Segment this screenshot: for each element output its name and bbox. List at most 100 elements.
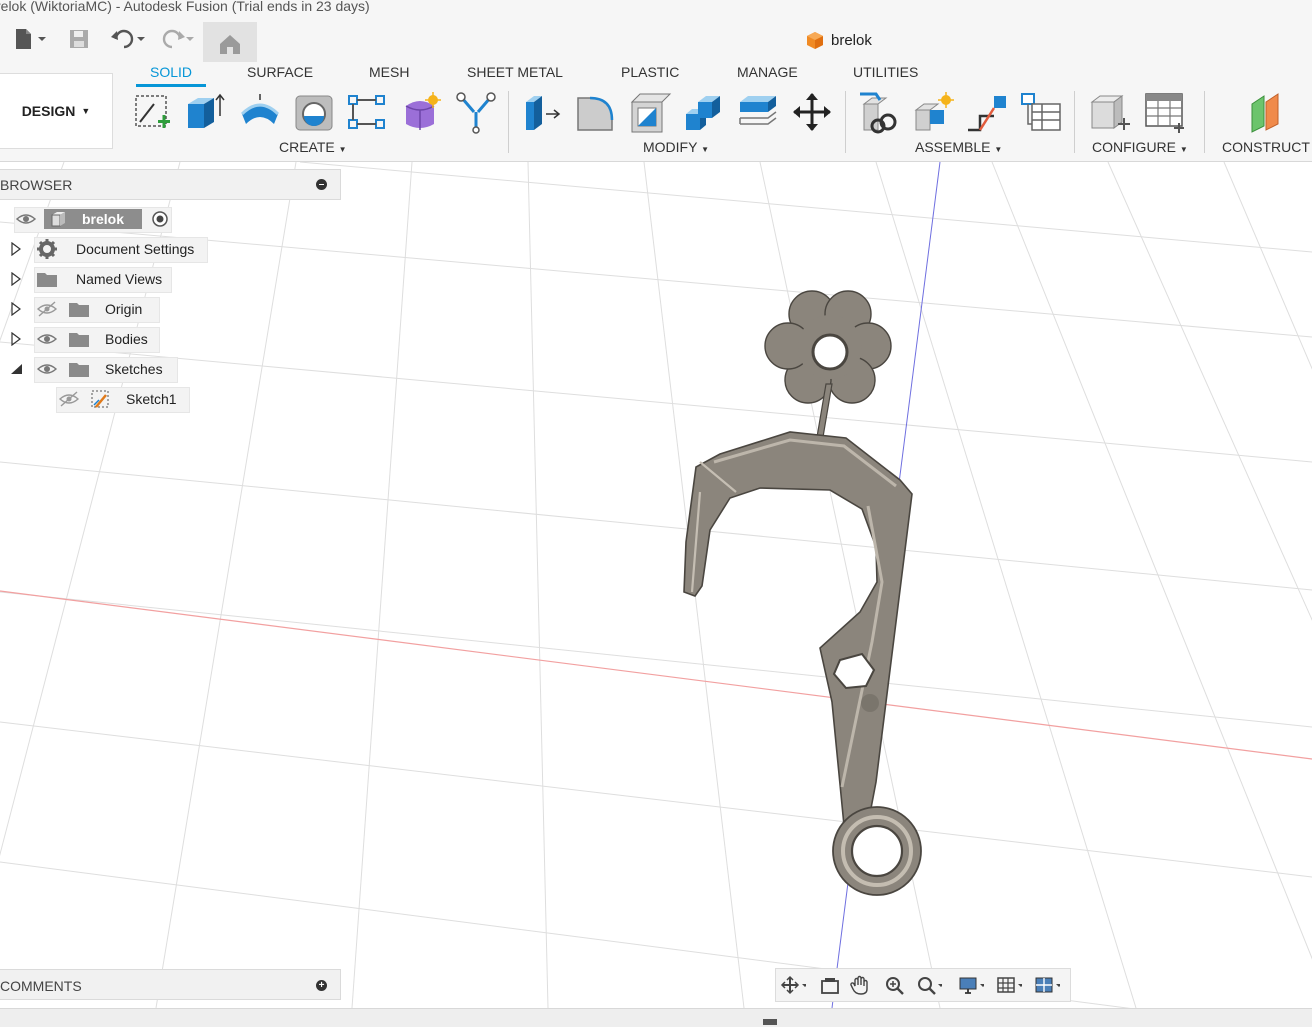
offset-plane-icon[interactable] — [1246, 90, 1290, 134]
assemble-menu[interactable]: ASSEMBLE ▼ — [915, 139, 1002, 155]
configure-menu[interactable]: CONFIGURE ▼ — [1092, 139, 1188, 155]
tab-mesh[interactable]: MESH — [369, 65, 409, 87]
derive-icon[interactable] — [454, 90, 498, 134]
eye-icon[interactable] — [36, 330, 58, 348]
new-component-icon[interactable] — [858, 90, 902, 134]
configure-menu-label: CONFIGURE — [1092, 139, 1176, 155]
folder-icon — [37, 273, 57, 287]
ribbon-divider — [1204, 91, 1205, 153]
browser-item-document-settings[interactable]: Document Settings — [36, 236, 194, 262]
look-at-icon[interactable] — [820, 975, 846, 995]
eye-icon[interactable] — [36, 360, 58, 378]
expand-triangle-icon[interactable] — [10, 302, 22, 316]
create-menu[interactable]: CREATE ▼ — [279, 139, 347, 155]
tab-manage[interactable]: MANAGE — [737, 65, 798, 87]
eye-icon[interactable] — [16, 209, 36, 229]
combine-icon[interactable] — [682, 90, 726, 134]
eye-hidden-icon[interactable] — [58, 390, 80, 408]
expand-triangle-icon[interactable] — [10, 242, 22, 256]
grid-and-model — [0, 162, 1312, 1008]
expand-comments-icon[interactable]: + — [316, 980, 327, 991]
grid-settings-icon[interactable] — [996, 975, 1022, 995]
tab-surface[interactable]: SURFACE — [247, 65, 313, 87]
browser-item-named-views[interactable]: Named Views — [36, 266, 162, 292]
create-menu-label: CREATE — [279, 139, 335, 155]
browser-item-label: Bodies — [105, 331, 148, 347]
extrude-icon[interactable] — [184, 90, 228, 134]
component-icon — [51, 212, 65, 227]
workspace-label: DESIGN — [21, 103, 76, 119]
quick-access-toolbar: brelok — [0, 17, 1312, 66]
status-bar — [0, 1008, 1312, 1027]
pan-hand-icon[interactable] — [850, 975, 876, 995]
browser-item-label: Sketches — [105, 361, 163, 377]
joint-icon[interactable] — [912, 90, 956, 134]
display-settings-icon[interactable] — [958, 975, 984, 995]
timeline-handle-icon[interactable] — [763, 1019, 777, 1025]
home-button[interactable] — [203, 22, 257, 62]
comments-title: COMMENTS — [0, 978, 82, 994]
toolbar-ribbon: DESIGN ▼ SOLID SURFACE MESH SHEET METAL … — [0, 65, 1312, 162]
browser-item-sketch1[interactable]: Sketch1 — [58, 386, 177, 412]
bill-of-materials-icon[interactable] — [1020, 90, 1064, 134]
browser-item-bodies[interactable]: Bodies — [36, 326, 148, 352]
configuration-table-icon[interactable] — [1142, 90, 1186, 134]
browser-item-label: Origin — [105, 301, 143, 317]
collapse-triangle-icon[interactable] — [10, 362, 24, 376]
root-component-name: brelok — [82, 211, 125, 227]
browser-item-label: Document Settings — [76, 241, 195, 257]
shell-icon[interactable] — [628, 90, 672, 134]
folder-icon — [69, 303, 89, 317]
redo-icon[interactable] — [158, 27, 198, 51]
modify-menu[interactable]: MODIFY ▼ — [643, 139, 709, 155]
activate-radio-icon[interactable] — [150, 209, 170, 229]
save-icon[interactable] — [68, 27, 90, 51]
construct-menu-label: CONSTRUCT — [1222, 139, 1310, 155]
browser-item-sketches[interactable]: Sketches — [36, 356, 163, 382]
fillet-icon[interactable] — [574, 90, 618, 134]
browser-item-origin[interactable]: Origin — [36, 296, 142, 322]
create-sketch-icon[interactable] — [132, 90, 176, 134]
tab-sheet-metal[interactable]: SHEET METAL — [467, 65, 563, 87]
ribbon-divider — [508, 91, 509, 153]
undo-icon[interactable] — [110, 27, 150, 51]
design-canvas[interactable] — [0, 162, 1312, 1008]
construct-menu[interactable]: CONSTRUCT ▼ — [1222, 139, 1312, 155]
caret-down-icon: ▼ — [701, 145, 710, 154]
press-pull-icon[interactable] — [520, 90, 564, 134]
browser-item-label: Named Views — [76, 271, 163, 287]
assemble-menu-label: ASSEMBLE — [915, 139, 991, 155]
root-component-chip[interactable]: brelok — [44, 209, 142, 229]
comments-panel-header[interactable]: COMMENTS + — [0, 969, 341, 1000]
zoom-icon[interactable] — [884, 975, 910, 995]
file-menu-icon[interactable] — [14, 27, 48, 51]
as-built-joint-icon[interactable] — [966, 90, 1010, 134]
browser-panel-header[interactable]: BROWSER – — [0, 169, 341, 200]
eye-hidden-icon[interactable] — [36, 300, 58, 318]
expand-triangle-icon[interactable] — [10, 272, 22, 286]
orbit-icon[interactable] — [780, 975, 806, 995]
collapse-browser-icon[interactable]: – — [316, 179, 327, 190]
viewports-icon[interactable] — [1034, 975, 1060, 995]
offset-face-icon[interactable] — [736, 90, 780, 134]
fit-icon[interactable] — [916, 975, 942, 995]
gear-icon — [37, 239, 57, 259]
document-tab[interactable]: brelok — [806, 31, 872, 49]
x-axis-line — [0, 590, 1312, 760]
tab-plastic[interactable]: PLASTIC — [621, 65, 679, 87]
browser-title: BROWSER — [0, 177, 73, 193]
create-form-icon[interactable] — [400, 90, 444, 134]
tab-utilities[interactable]: UTILITIES — [853, 65, 918, 87]
browser-root-row[interactable]: brelok — [16, 206, 170, 232]
sketch-icon — [91, 390, 109, 408]
configure-part-icon[interactable] — [1088, 90, 1132, 134]
caret-down-icon: ▼ — [338, 145, 347, 154]
hole-icon[interactable] — [292, 90, 336, 134]
move-icon[interactable] — [790, 90, 834, 134]
workspace-switcher[interactable]: DESIGN ▼ — [0, 73, 113, 149]
revolve-icon[interactable] — [238, 90, 282, 134]
pattern-icon[interactable] — [346, 90, 390, 134]
tab-solid[interactable]: SOLID — [135, 65, 207, 87]
home-icon — [220, 35, 240, 54]
expand-triangle-icon[interactable] — [10, 332, 22, 346]
